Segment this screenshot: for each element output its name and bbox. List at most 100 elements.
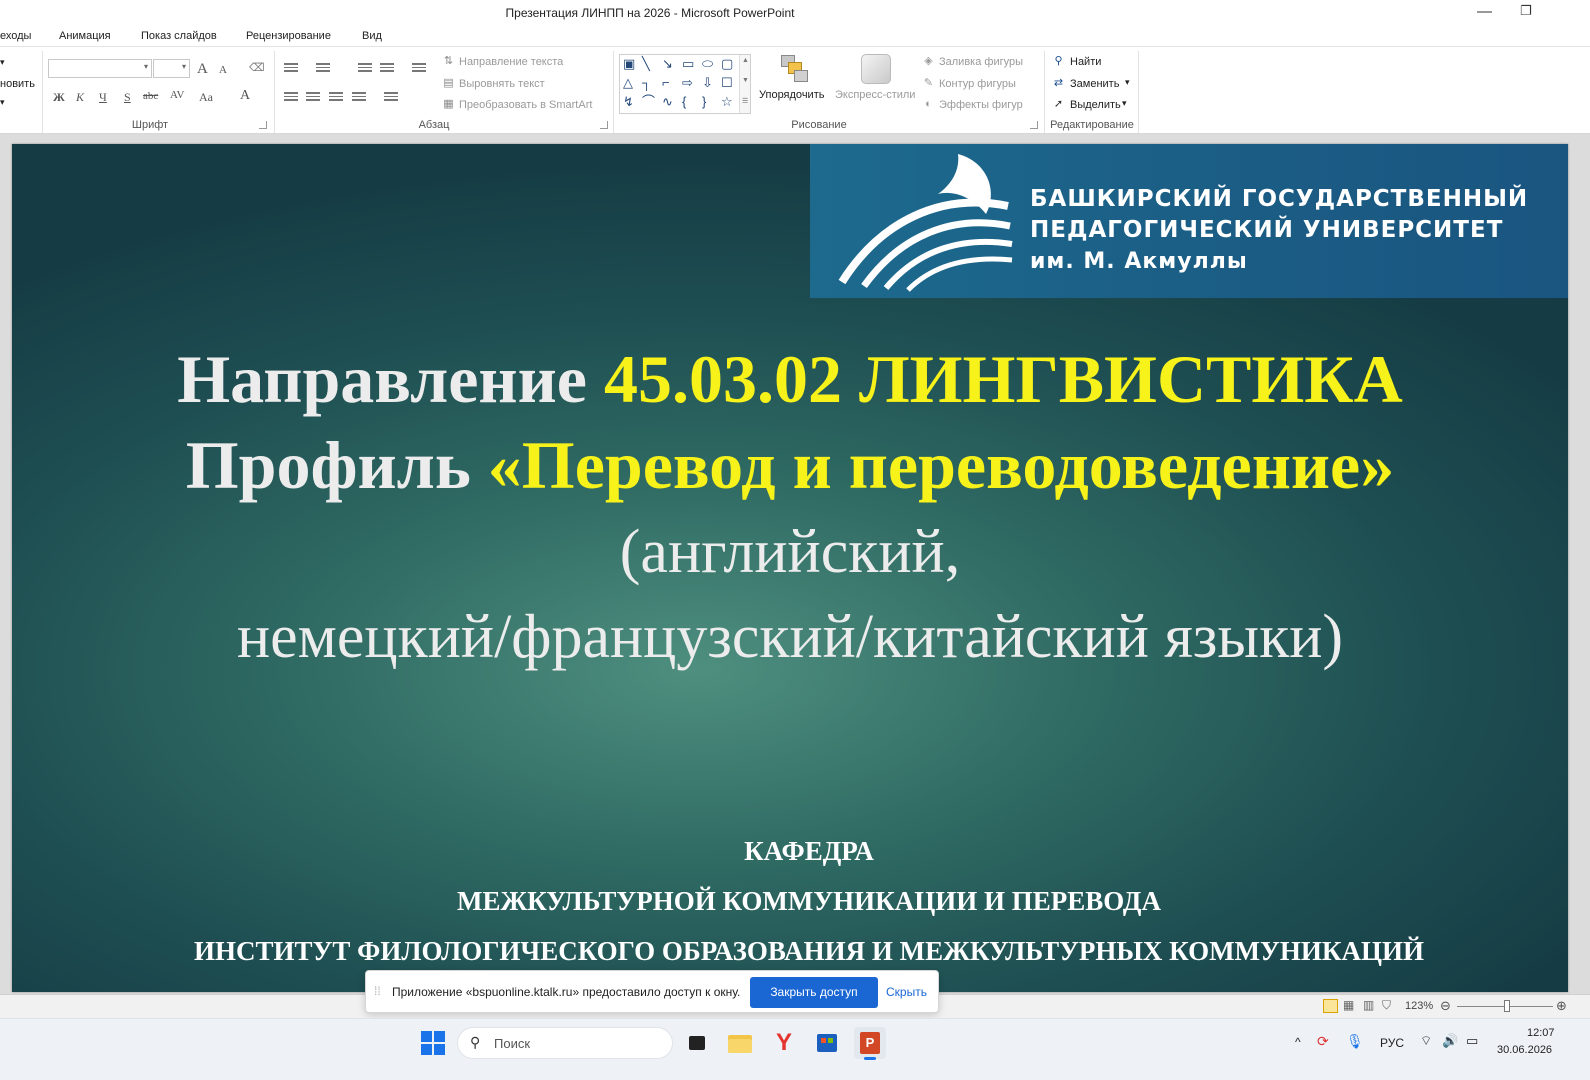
zoom-in-icon[interactable]: ⊕ bbox=[1556, 998, 1567, 1014]
rectangle-shape-icon[interactable]: ▭ bbox=[682, 57, 694, 70]
chevron-down-icon[interactable]: ▾ bbox=[1125, 77, 1130, 88]
battery-icon[interactable]: ▭ bbox=[1466, 1033, 1478, 1049]
clock-date[interactable]: 30.06.2026 bbox=[1497, 1044, 1552, 1056]
decrease-indent-icon[interactable] bbox=[358, 63, 372, 75]
shapes-gallery[interactable]: ▣ ╲ ↘ ▭ ⬭ ▢ △ ┐ ⌐ ⇨ ⇩ ☐ ↯ ⌒ ∿ { } ☆ ▲ ▼ … bbox=[619, 54, 751, 114]
shape-effects-button[interactable]: Эффекты фигур bbox=[939, 99, 1023, 111]
bullets-icon[interactable] bbox=[284, 63, 298, 75]
brace-right-shape-icon[interactable]: } bbox=[702, 95, 706, 108]
input-language[interactable]: РУС bbox=[1380, 1036, 1404, 1050]
star-shape-icon[interactable]: ☆ bbox=[721, 95, 733, 108]
reset-button[interactable]: новить bbox=[0, 78, 35, 90]
numbering-icon[interactable] bbox=[316, 63, 330, 75]
font-color-button[interactable]: A bbox=[240, 88, 250, 104]
replace-button[interactable]: Заменить bbox=[1070, 78, 1119, 90]
increase-indent-icon[interactable] bbox=[380, 63, 394, 75]
line-spacing-icon[interactable] bbox=[412, 63, 426, 75]
align-text-button[interactable]: Выровнять текст bbox=[459, 78, 545, 90]
right-arrow-shape-icon[interactable]: ⇨ bbox=[682, 76, 693, 89]
shadow-button[interactable]: S bbox=[124, 90, 131, 105]
char-spacing-button[interactable]: AV bbox=[170, 89, 184, 101]
italic-button[interactable]: К bbox=[76, 90, 84, 105]
wifi-icon[interactable]: ⌔ bbox=[1420, 1033, 1432, 1049]
justify-icon[interactable] bbox=[352, 92, 366, 104]
elbow-shape-icon[interactable]: ⌐ bbox=[662, 76, 670, 89]
line-shape-icon[interactable]: ╲ bbox=[642, 57, 650, 70]
store-icon[interactable] bbox=[811, 1027, 843, 1059]
connector-shape-icon[interactable]: ┐ bbox=[642, 76, 651, 89]
columns-icon[interactable] bbox=[384, 92, 398, 104]
grow-font-button[interactable]: A bbox=[197, 61, 208, 78]
callout-shape-icon[interactable]: ☐ bbox=[721, 76, 733, 89]
align-right-icon[interactable] bbox=[329, 92, 343, 104]
text-direction-button[interactable]: Направление текста bbox=[459, 56, 563, 68]
chevron-down-icon[interactable]: ▾ bbox=[1122, 98, 1127, 109]
convert-smartart-button[interactable]: Преобразовать в SmartArt bbox=[459, 99, 592, 111]
arrange-button[interactable]: Упорядочить bbox=[759, 89, 824, 101]
sync-icon[interactable]: ⟳ bbox=[1317, 1033, 1329, 1050]
zoom-slider-thumb[interactable] bbox=[1504, 1000, 1510, 1012]
file-explorer-icon[interactable] bbox=[724, 1027, 756, 1059]
shape-outline-button[interactable]: Контур фигуры bbox=[939, 78, 1016, 90]
align-left-icon[interactable] bbox=[284, 92, 298, 104]
slide-sorter-icon[interactable]: ▦ bbox=[1343, 998, 1354, 1012]
clock-time[interactable]: 12:07 bbox=[1527, 1027, 1555, 1039]
chevron-up-icon[interactable]: ^ bbox=[1295, 1035, 1301, 1049]
drag-handle-icon[interactable]: ⁞⁞ bbox=[374, 984, 381, 998]
slide[interactable]: БАШКИРСКИЙ ГОСУДАРСТВЕННЫЙ ПЕДАГОГИЧЕСКИ… bbox=[12, 144, 1568, 992]
restore-icon[interactable]: ❐ bbox=[1520, 3, 1532, 19]
down-arrow-shape-icon[interactable]: ⇩ bbox=[702, 76, 713, 89]
taskbar-search[interactable]: ⚲ Поиск bbox=[457, 1027, 673, 1059]
rounded-rect-shape-icon[interactable]: ▢ bbox=[721, 57, 733, 70]
volume-icon[interactable]: 🔊 bbox=[1442, 1033, 1458, 1049]
freeform-shape-icon[interactable]: ↯ bbox=[623, 95, 634, 108]
more-icon[interactable]: ☰ bbox=[742, 97, 748, 105]
align-center-icon[interactable] bbox=[306, 92, 320, 104]
task-view-icon[interactable] bbox=[682, 1027, 714, 1059]
brace-left-shape-icon[interactable]: { bbox=[682, 95, 686, 108]
select-button[interactable]: Выделить bbox=[1070, 99, 1121, 111]
yandex-browser-icon[interactable]: Y bbox=[768, 1027, 800, 1059]
zoom-out-icon[interactable]: ⊖ bbox=[1440, 998, 1451, 1014]
change-case-button[interactable]: Aa bbox=[199, 90, 213, 105]
arrow-line-shape-icon[interactable]: ↘ bbox=[662, 57, 673, 70]
curve-shape-icon[interactable]: ⌒ bbox=[642, 95, 655, 108]
dialog-launcher-icon[interactable] bbox=[1030, 121, 1038, 129]
find-button[interactable]: Найти bbox=[1070, 56, 1101, 68]
stop-sharing-button[interactable]: Закрыть доступ bbox=[750, 977, 878, 1008]
chevron-down-icon[interactable]: ▼ bbox=[742, 77, 749, 84]
chevron-up-icon[interactable]: ▲ bbox=[742, 57, 749, 64]
clear-format-icon[interactable]: ⌫ bbox=[249, 62, 265, 75]
normal-view-icon[interactable] bbox=[1323, 999, 1338, 1013]
quick-styles-button[interactable]: Экспресс-стили bbox=[835, 89, 915, 101]
dialog-launcher-icon[interactable] bbox=[600, 121, 608, 129]
tab-animation[interactable]: Анимация bbox=[59, 30, 111, 42]
tab-transitions[interactable]: еходы bbox=[0, 30, 31, 42]
reading-view-icon[interactable]: ▥ bbox=[1363, 998, 1374, 1012]
strikethrough-button[interactable]: abc bbox=[143, 90, 158, 102]
font-name-select[interactable]: ▾ bbox=[48, 59, 152, 78]
shrink-font-button[interactable]: A bbox=[219, 64, 227, 76]
zoom-level[interactable]: 123% bbox=[1405, 1000, 1433, 1012]
chevron-down-icon[interactable]: ▾ bbox=[0, 97, 5, 108]
microphone-icon[interactable]: 🎙 bbox=[1346, 1033, 1364, 1050]
oval-shape-icon[interactable]: ⬭ bbox=[702, 57, 713, 70]
triangle-shape-icon[interactable]: △ bbox=[623, 76, 633, 89]
windows-start-icon[interactable] bbox=[421, 1031, 445, 1055]
textbox-shape-icon[interactable]: ▣ bbox=[623, 57, 635, 70]
bold-button[interactable]: Ж bbox=[53, 90, 65, 105]
chevron-down-icon[interactable]: ▾ bbox=[0, 57, 5, 68]
shape-fill-button[interactable]: Заливка фигуры bbox=[939, 56, 1023, 68]
powerpoint-app-icon[interactable]: P bbox=[854, 1027, 886, 1060]
dialog-launcher-icon[interactable] bbox=[259, 121, 267, 129]
slideshow-icon[interactable]: ⛉ bbox=[1382, 998, 1391, 1013]
quick-styles-icon[interactable] bbox=[861, 54, 891, 84]
font-size-select[interactable]: ▾ bbox=[153, 59, 190, 78]
tab-view[interactable]: Вид bbox=[362, 30, 382, 42]
gallery-scrollbar[interactable]: ▲ ▼ ☰ bbox=[739, 55, 750, 113]
arrange-icon[interactable] bbox=[779, 53, 809, 85]
hide-link[interactable]: Скрыть bbox=[886, 985, 927, 999]
scribble-shape-icon[interactable]: ∿ bbox=[662, 95, 673, 108]
underline-button[interactable]: Ч bbox=[99, 90, 107, 105]
tab-review[interactable]: Рецензирование bbox=[246, 30, 331, 42]
